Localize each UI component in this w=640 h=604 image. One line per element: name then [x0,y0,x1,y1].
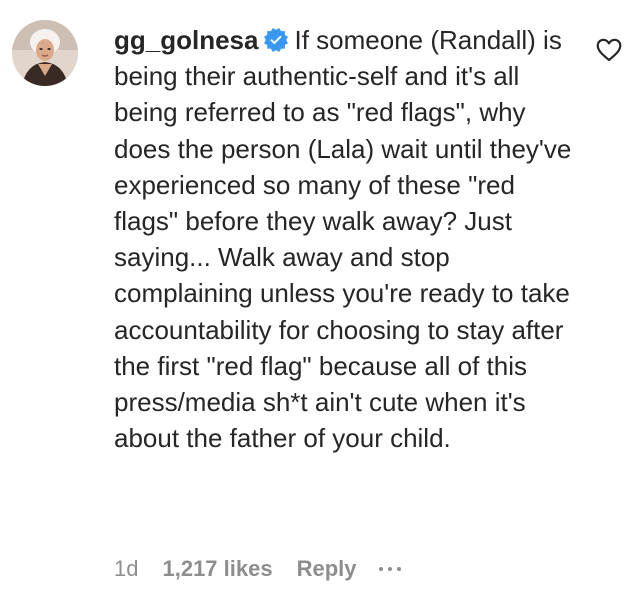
username[interactable]: gg_golnesa [114,25,258,55]
verified-badge-icon [264,28,289,52]
comment-timestamp[interactable]: 1d [114,556,138,582]
avatar[interactable] [12,20,78,86]
comment-body: gg_golnesa If someone (Randall) is being … [114,22,574,456]
comment-content: If someone (Randall) is being their auth… [114,25,572,454]
heart-outline-icon[interactable] [596,38,622,62]
profile-avatar-image [12,20,78,86]
comment-text-block: gg_golnesa If someone (Randall) is being … [114,22,574,456]
comment: gg_golnesa If someone (Randall) is being … [0,0,640,604]
comment-meta-bar: 1d 1,217 likes Reply [114,556,401,582]
reply-button[interactable]: Reply [297,556,357,582]
likes-count-button[interactable]: 1,217 likes [162,556,272,582]
ellipsis-icon[interactable] [378,567,401,571]
